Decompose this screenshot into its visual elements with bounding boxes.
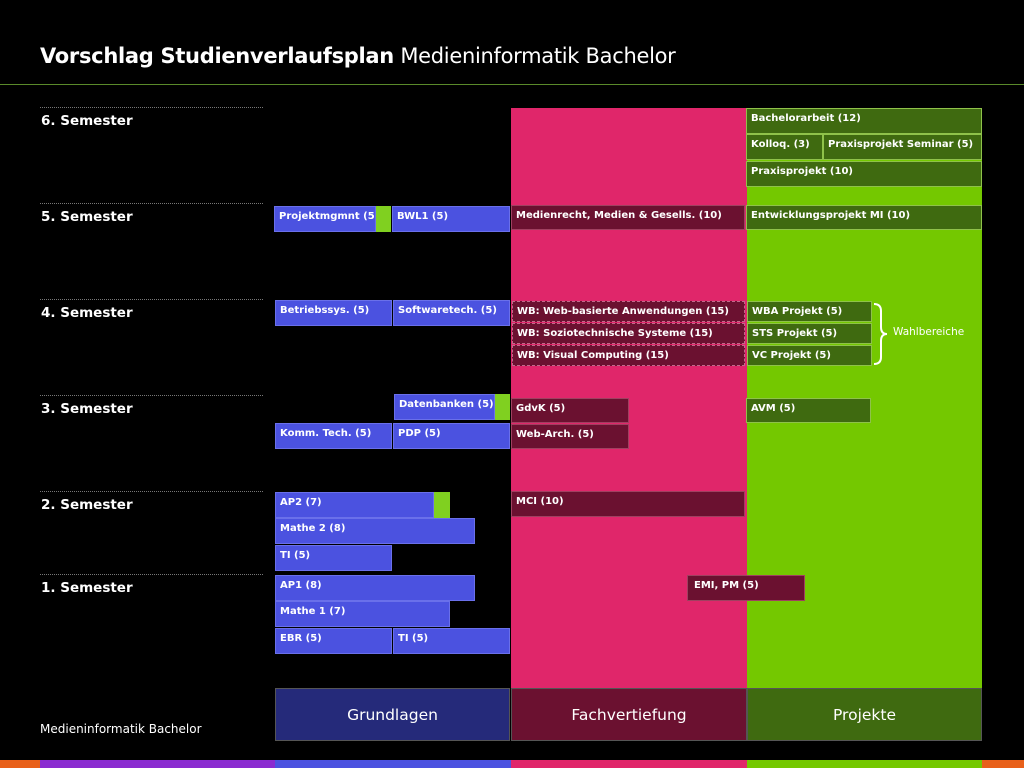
semester-label-6: 6. Semester	[41, 113, 133, 129]
module-mathe1: Mathe 1 (7)	[275, 601, 450, 627]
projektmgmnt-accent	[376, 206, 391, 232]
module-wb-sozio: WB: Soziotechnische Systeme (15)	[512, 323, 745, 344]
module-kolloq: Kolloq. (3)	[746, 134, 823, 160]
bottom-bar-blue	[275, 760, 511, 768]
module-wba-projekt: WBA Projekt (5)	[747, 301, 872, 322]
module-bwl1: BWL1 (5)	[392, 206, 510, 232]
datenbanken-accent	[495, 394, 510, 420]
module-mathe2: Mathe 2 (8)	[275, 518, 475, 544]
bottom-bar-purple	[40, 760, 275, 768]
module-bachelorarbeit: Bachelorarbeit (12)	[746, 108, 982, 134]
semester-label-1: 1. Semester	[41, 580, 133, 596]
title-divider	[0, 84, 1024, 85]
module-avm: AVM (5)	[746, 398, 871, 423]
bottom-bar-pink	[511, 760, 747, 768]
semester-label-3: 3. Semester	[41, 401, 133, 417]
module-ti: TI (5)	[275, 545, 392, 571]
module-ap2: AP2 (7)	[275, 492, 434, 518]
module-projektmgmnt: Projektmgmnt (5)	[274, 206, 376, 232]
title-bold: Vorschlag Studienverlaufsplan	[40, 44, 394, 68]
module-ebr: EBR (5)	[275, 628, 392, 654]
module-pdp: PDP (5)	[393, 423, 510, 449]
wahlbereiche-label: Wahlbereiche	[893, 326, 965, 338]
module-vc-projekt: VC Projekt (5)	[747, 345, 872, 366]
module-web-arch: Web-Arch. (5)	[511, 424, 629, 449]
module-wb-web: WB: Web-basierte Anwendungen (15)	[512, 301, 745, 322]
module-komm-tech: Komm. Tech. (5)	[275, 423, 392, 449]
module-sts-projekt: STS Projekt (5)	[747, 323, 872, 344]
module-entwicklungsprojekt: Entwicklungsprojekt MI (10)	[746, 205, 982, 230]
semester-divider	[40, 299, 263, 300]
semester-divider	[40, 574, 263, 575]
module-medienrecht: Medienrecht, Medien & Gesells. (10)	[511, 205, 745, 230]
wahlbereiche-brace	[873, 303, 888, 365]
bottom-bar-orange-right	[982, 760, 1024, 768]
module-softwaretech: Softwaretech. (5)	[393, 300, 510, 326]
footer-text: Medieninformatik Bachelor	[40, 722, 202, 736]
module-ap1: AP1 (8)	[275, 575, 475, 601]
page-title: Vorschlag Studienverlaufsplan Medieninfo…	[40, 44, 676, 68]
bottom-bar-green	[747, 760, 982, 768]
semester-divider	[40, 203, 263, 204]
module-betriebssys: Betriebssys. (5)	[275, 300, 392, 326]
column-label-projekte: Projekte	[747, 688, 982, 741]
module-emi-pm: EMI, PM (5)	[687, 575, 805, 601]
module-wb-visual: WB: Visual Computing (15)	[512, 345, 745, 366]
module-ti-sem1: TI (5)	[393, 628, 510, 654]
semester-label-2: 2. Semester	[41, 497, 133, 513]
module-datenbanken: Datenbanken (5)	[394, 394, 495, 420]
module-praxisprojekt: Praxisprojekt (10)	[746, 161, 982, 187]
semester-divider	[40, 491, 263, 492]
column-label-grundlagen: Grundlagen	[275, 688, 510, 741]
module-mci: MCI (10)	[511, 491, 745, 517]
column-label-fachvertiefung: Fachvertiefung	[511, 688, 747, 741]
ap2-accent	[434, 492, 450, 518]
semester-label-4: 4. Semester	[41, 305, 133, 321]
semester-divider	[40, 107, 263, 108]
module-gdvk: GdvK (5)	[511, 398, 629, 423]
semester-divider	[40, 395, 263, 396]
module-praxisprojekt-seminar: Praxisprojekt Seminar (5)	[823, 134, 982, 160]
bottom-bar-orange-left	[0, 760, 40, 768]
title-light: Medieninformatik Bachelor	[400, 44, 676, 68]
semester-label-5: 5. Semester	[41, 209, 133, 225]
